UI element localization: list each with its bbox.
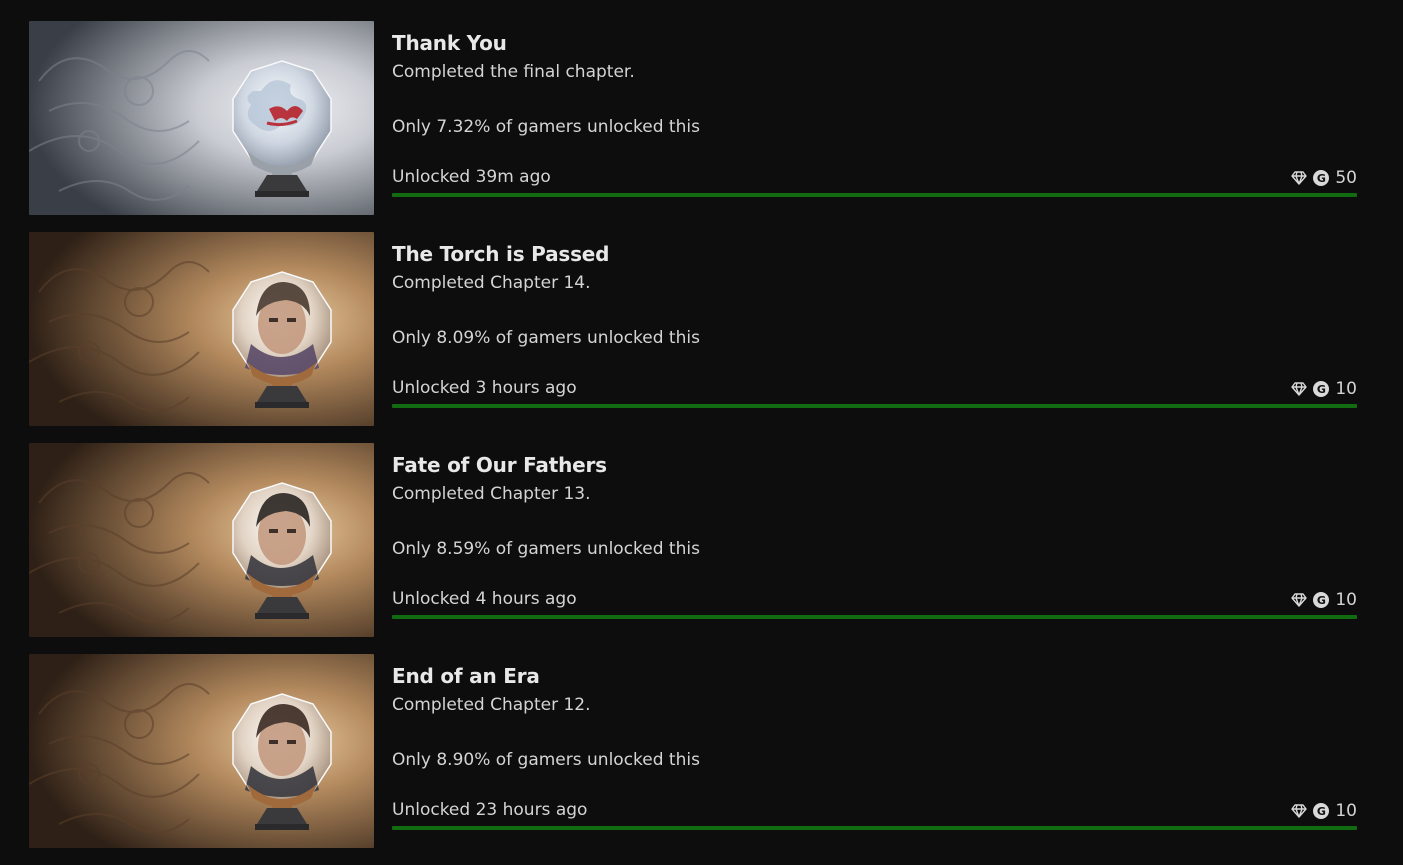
portrait-crystal-icon — [29, 443, 374, 637]
progress-fill — [392, 193, 1357, 197]
achievement-title: End of an Era — [392, 664, 540, 688]
achievement-card[interactable]: End of an Era Completed Chapter 12. Only… — [29, 654, 1359, 848]
diamond-icon — [1291, 382, 1308, 396]
achievement-info: End of an Era Completed Chapter 12. Only… — [392, 654, 1359, 848]
achievement-artwork — [29, 21, 374, 215]
achievement-info: The Torch is Passed Completed Chapter 14… — [392, 232, 1359, 426]
progress-bar — [392, 404, 1357, 408]
achievement-rarity: Only 8.90% of gamers unlocked this — [392, 750, 700, 770]
achievement-list: Thank You Completed the final chapter. O… — [29, 21, 1359, 865]
gamerscore: G 10 — [1291, 590, 1357, 610]
portrait-crystal-icon — [29, 232, 374, 426]
gamerscore-g-icon: G — [1313, 381, 1330, 397]
progress-fill — [392, 826, 1357, 830]
achievement-title: Thank You — [392, 31, 507, 55]
achievement-card[interactable]: Thank You Completed the final chapter. O… — [29, 21, 1359, 215]
gamerscore-value: 50 — [1335, 168, 1357, 188]
achievement-artwork — [29, 232, 374, 426]
diamond-icon — [1291, 171, 1308, 185]
gamerscore: G 10 — [1291, 801, 1357, 821]
diamond-icon — [1291, 593, 1308, 607]
gamerscore: G 50 — [1291, 168, 1357, 188]
achievement-rarity: Only 7.32% of gamers unlocked this — [392, 117, 700, 137]
unlock-time: Unlocked 3 hours ago — [392, 378, 577, 398]
unlock-time: Unlocked 23 hours ago — [392, 800, 588, 820]
gamerscore-value: 10 — [1335, 801, 1357, 821]
gamerscore-value: 10 — [1335, 590, 1357, 610]
achievement-card[interactable]: Fate of Our Fathers Completed Chapter 13… — [29, 443, 1359, 637]
gamerscore: G 10 — [1291, 379, 1357, 399]
portrait-crystal-icon — [29, 654, 374, 848]
gamerscore-g-icon: G — [1313, 170, 1330, 186]
achievement-rarity: Only 8.09% of gamers unlocked this — [392, 328, 700, 348]
achievement-artwork — [29, 654, 374, 848]
achievement-description: Completed the final chapter. — [392, 62, 635, 82]
unlock-time: Unlocked 4 hours ago — [392, 589, 577, 609]
achievement-artwork — [29, 443, 374, 637]
achievement-rarity: Only 8.59% of gamers unlocked this — [392, 539, 700, 559]
progress-bar — [392, 826, 1357, 830]
achievement-card[interactable]: The Torch is Passed Completed Chapter 14… — [29, 232, 1359, 426]
progress-fill — [392, 615, 1357, 619]
progress-bar — [392, 615, 1357, 619]
progress-fill — [392, 404, 1357, 408]
achievement-description: Completed Chapter 14. — [392, 273, 591, 293]
dragon-crystal-icon — [29, 21, 374, 215]
gamerscore-value: 10 — [1335, 379, 1357, 399]
progress-bar — [392, 193, 1357, 197]
gamerscore-g-icon: G — [1313, 803, 1330, 819]
achievement-description: Completed Chapter 13. — [392, 484, 591, 504]
gamerscore-g-icon: G — [1313, 592, 1330, 608]
achievement-info: Fate of Our Fathers Completed Chapter 13… — [392, 443, 1359, 637]
diamond-icon — [1291, 804, 1308, 818]
achievement-title: Fate of Our Fathers — [392, 453, 607, 477]
achievement-info: Thank You Completed the final chapter. O… — [392, 21, 1359, 215]
unlock-time: Unlocked 39m ago — [392, 167, 551, 187]
achievement-description: Completed Chapter 12. — [392, 695, 591, 715]
achievement-title: The Torch is Passed — [392, 242, 610, 266]
